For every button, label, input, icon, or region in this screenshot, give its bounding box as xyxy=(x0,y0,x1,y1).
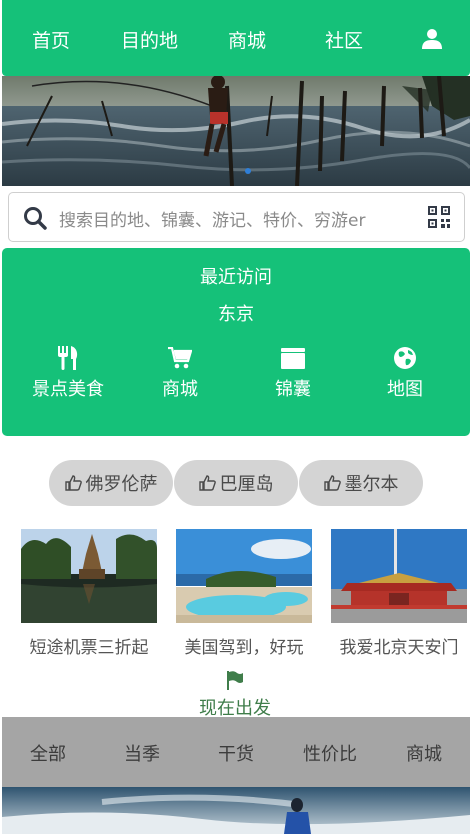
search-input[interactable]: 搜索目的地、锦囊、游记、特价、穷游er xyxy=(59,206,365,231)
utensils-icon xyxy=(20,346,116,370)
feature-card[interactable]: 我爱北京天安门 xyxy=(331,529,467,658)
tag-pill[interactable]: 巴厘岛 xyxy=(174,460,298,506)
card-image xyxy=(176,529,312,623)
search-icon[interactable] xyxy=(23,206,47,234)
shortcut-guides[interactable]: 锦囊 xyxy=(245,346,341,401)
recent-city-link[interactable]: 东京 xyxy=(2,300,470,326)
nav-mall[interactable]: 商城 xyxy=(228,26,266,53)
tab-value[interactable]: 性价比 xyxy=(303,740,357,766)
shortcut-label: 地图 xyxy=(387,379,423,400)
nav-home[interactable]: 首页 xyxy=(32,26,70,53)
content-image[interactable] xyxy=(2,787,470,834)
feature-card[interactable]: 短途机票三折起 xyxy=(21,529,157,658)
folder-icon xyxy=(245,346,341,370)
shortcut-map[interactable]: 地图 xyxy=(357,346,453,401)
user-icon[interactable] xyxy=(421,28,443,50)
tag-label: 巴厘岛 xyxy=(219,474,274,495)
cart-icon xyxy=(132,346,228,370)
thumbs-up-icon xyxy=(64,475,82,491)
tab-mall[interactable]: 商城 xyxy=(406,740,442,766)
tab-seasonal[interactable]: 当季 xyxy=(124,740,160,766)
tab-all[interactable]: 全部 xyxy=(30,740,66,766)
search-bar[interactable]: 搜索目的地、锦囊、游记、特价、穷游er xyxy=(8,192,465,242)
shortcut-label: 商城 xyxy=(162,379,198,400)
tag-label: 墨尔本 xyxy=(344,474,399,495)
feature-card[interactable]: 美国驾到，好玩 xyxy=(176,529,312,658)
card-image xyxy=(21,529,157,623)
category-tabs: 全部 当季 干货 性价比 商城 xyxy=(2,717,470,787)
shortcut-mall[interactable]: 商城 xyxy=(132,346,228,401)
card-caption: 短途机票三折起 xyxy=(29,638,149,658)
tab-tips[interactable]: 干货 xyxy=(218,740,254,766)
shortcut-label: 景点美食 xyxy=(32,379,104,400)
card-caption: 我爱北京天安门 xyxy=(339,638,459,658)
tag-pill[interactable]: 墨尔本 xyxy=(299,460,423,506)
recent-visits-title: 最近访问 xyxy=(200,267,272,288)
card-caption: 美国驾到，好玩 xyxy=(184,638,304,658)
tag-pill[interactable]: 佛罗伦萨 xyxy=(49,460,173,506)
qr-code-scan-icon[interactable] xyxy=(428,206,450,232)
flag-icon xyxy=(226,670,244,694)
card-image xyxy=(331,529,467,623)
nav-community[interactable]: 社区 xyxy=(325,26,363,53)
recent-visits-panel: 最近访问 东京 景点美食 商城 锦囊 地图 xyxy=(2,248,470,436)
hero-banner[interactable] xyxy=(2,76,470,186)
globe-icon xyxy=(357,346,453,370)
shortcut-label: 锦囊 xyxy=(275,379,311,400)
shortcut-attractions-food[interactable]: 景点美食 xyxy=(20,346,116,401)
go-now-button[interactable]: 现在出发 xyxy=(0,670,470,720)
thumbs-up-icon xyxy=(323,475,341,491)
nav-destinations[interactable]: 目的地 xyxy=(121,26,178,53)
thumbs-up-icon xyxy=(198,475,216,491)
top-navigation-bar: 首页 目的地 商城 社区 xyxy=(2,0,470,76)
tag-label: 佛罗伦萨 xyxy=(85,474,158,495)
